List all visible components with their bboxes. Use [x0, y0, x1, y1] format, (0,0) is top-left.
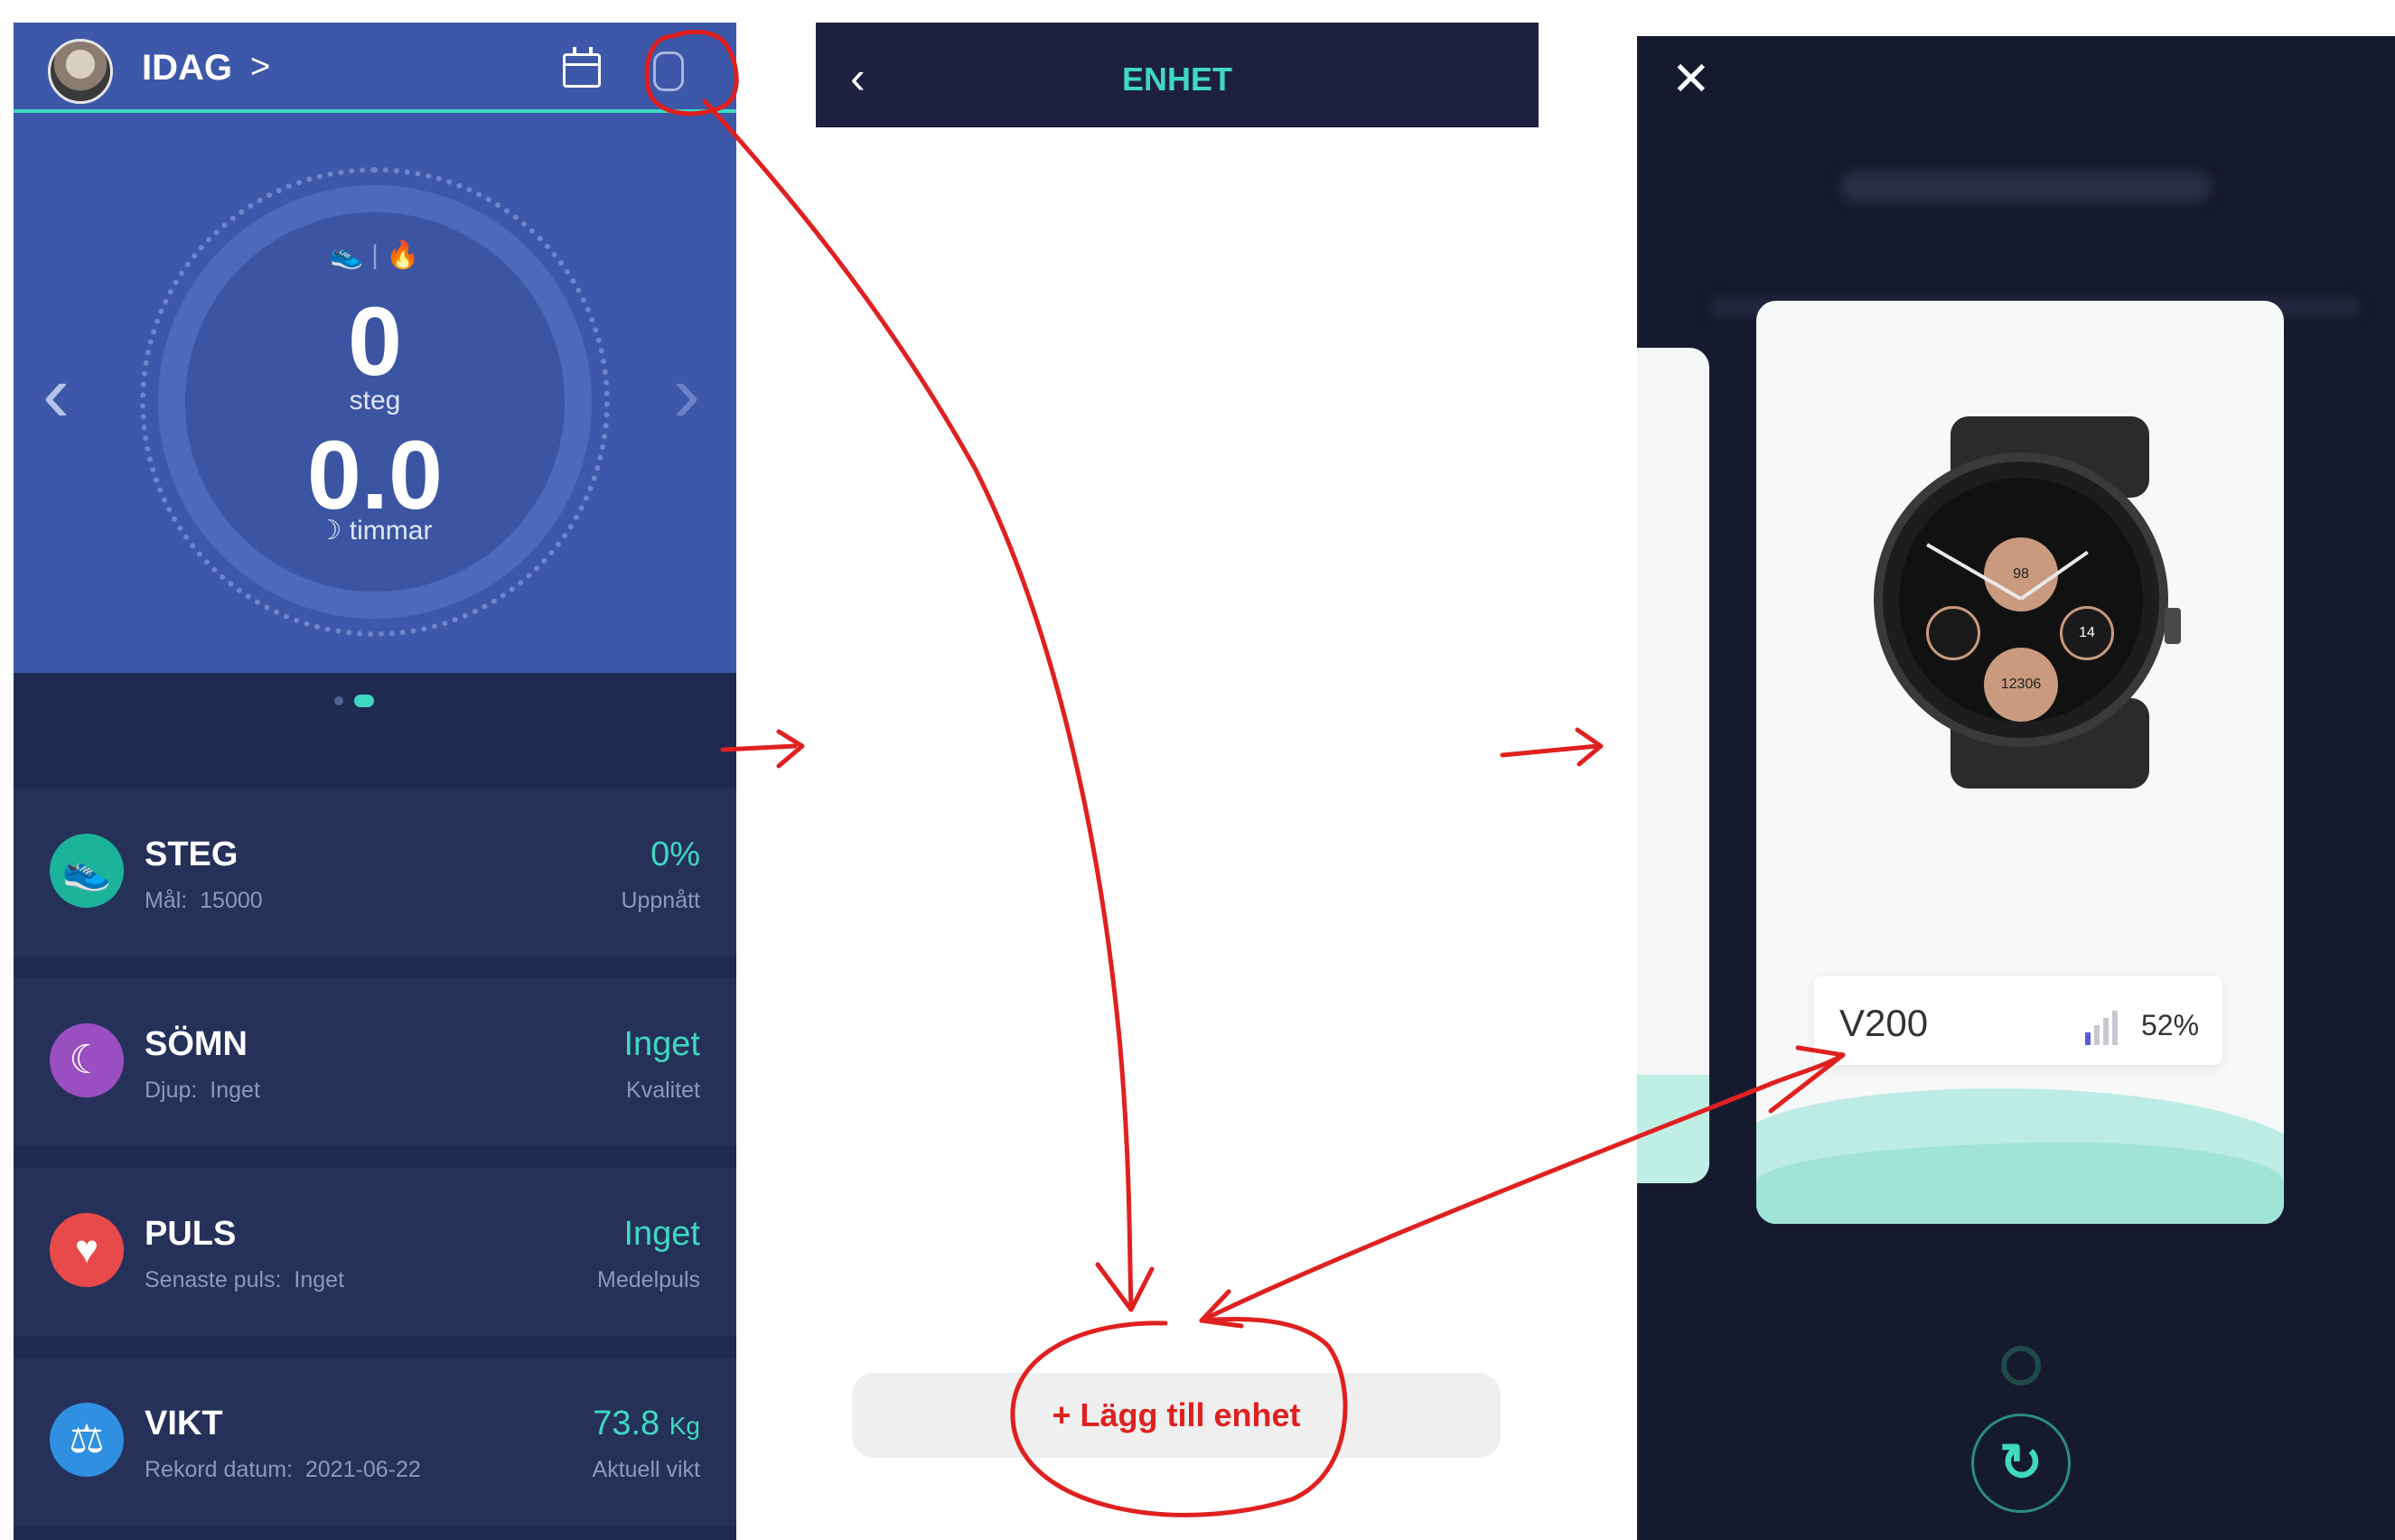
- metric-sub-label: Mål:: [145, 888, 188, 913]
- prev-page-arrow[interactable]: ‹: [42, 348, 70, 441]
- device-name: V200: [1839, 1002, 1929, 1044]
- device-card[interactable]: 98 12306 14 V200 52%: [1756, 301, 2284, 1224]
- metric-sub: Djup: Inget: [145, 1078, 260, 1104]
- signal-icon: [2085, 1009, 2130, 1045]
- moon-icon: ☾: [50, 1023, 124, 1097]
- battery-percent: 52%: [2141, 1009, 2200, 1041]
- watch-device-icon[interactable]: [653, 51, 684, 91]
- page-dot-active[interactable]: [354, 695, 374, 707]
- metric-value: 0%: [650, 835, 700, 873]
- metric-sub-value: Inget: [210, 1078, 260, 1103]
- metric-value-label: Aktuell vikt: [592, 1457, 700, 1482]
- metric-card-sleep[interactable]: ☾ SÖMN Djup: Inget Inget Kvalitet: [14, 978, 736, 1146]
- weight-value: 73.8: [593, 1405, 660, 1442]
- metric-value: Inget: [623, 1025, 700, 1063]
- metric-value: Inget: [623, 1215, 700, 1253]
- metric-sub-value: Inget: [294, 1267, 345, 1293]
- metric-name: SÖMN: [145, 1025, 248, 1063]
- device-picker-screen: ✕ 98 12306 14 V200 52% ↻: [1637, 36, 2395, 1540]
- today-screen: IDAG > 👟 | 🔥 0 steg 0.0 ☽ timmar ‹ › 👟 S…: [14, 23, 736, 1540]
- steps-label: steg: [349, 386, 401, 415]
- refresh-button[interactable]: ↻: [1971, 1414, 2071, 1513]
- device-card-prev[interactable]: [1637, 348, 1709, 1183]
- moon-icon: ☽: [317, 516, 342, 546]
- title-chevron-icon[interactable]: >: [250, 48, 270, 87]
- heart-icon: ♥: [50, 1213, 124, 1287]
- flame-icon: 🔥: [386, 240, 420, 270]
- avatar[interactable]: [48, 39, 113, 104]
- metric-sub: Senaste puls: Inget: [145, 1267, 344, 1293]
- metric-value-label: Kvalitet: [626, 1078, 700, 1103]
- page-dot[interactable]: [334, 696, 343, 705]
- metric-name: STEG: [145, 835, 239, 873]
- scale-icon: ⚖: [50, 1403, 124, 1477]
- weight-unit: Kg: [669, 1412, 700, 1440]
- metric-sub-label: Djup:: [145, 1078, 198, 1103]
- device-screen: ‹ ENHET + Lägg till enhet: [816, 23, 1539, 1540]
- metric-sub-value: 2021-06-22: [304, 1457, 421, 1482]
- calendar-icon[interactable]: [563, 47, 601, 88]
- sleep-hours-label: ☽ timmar: [14, 515, 736, 546]
- metric-sub-value: 15000: [200, 888, 263, 913]
- metric-value-label: Medelpuls: [597, 1267, 700, 1293]
- steps-value: 0: [347, 286, 403, 396]
- subdial-top: 98: [1984, 537, 2058, 611]
- card-wave: [1637, 1075, 1709, 1183]
- metric-sub-label: Senaste puls:: [145, 1267, 282, 1293]
- device-info: V200 52%: [1814, 976, 2222, 1065]
- close-icon[interactable]: ✕: [1671, 52, 1711, 107]
- metric-value-label: Uppnått: [621, 888, 700, 913]
- subdial-left: [1926, 606, 1980, 660]
- metric-card-pulse[interactable]: ♥ PULS Senaste puls: Inget Inget Medelpu…: [14, 1168, 736, 1336]
- arrowhead-p2-p3: [1575, 727, 1604, 767]
- blurred-title: [1840, 172, 2211, 202]
- watch-crown: [2165, 608, 2181, 644]
- search-icon: [2001, 1346, 2041, 1386]
- metric-sub-label: Rekord datum:: [145, 1457, 293, 1482]
- shoe-icon: 👟: [50, 834, 124, 908]
- shoe-icon: 👟: [330, 240, 364, 270]
- metric-card-steps[interactable]: 👟 STEG Mål: 15000 0% Uppnått: [14, 789, 736, 957]
- metric-sub: Rekord datum: 2021-06-22: [145, 1457, 421, 1483]
- metric-card-weight[interactable]: ⚖ VIKT Rekord datum: 2021-06-22 73.8 Kg …: [14, 1358, 736, 1526]
- subdial-bottom: 12306: [1984, 648, 2058, 722]
- device-title: ENHET: [1121, 61, 1232, 98]
- next-page-arrow[interactable]: ›: [673, 348, 700, 441]
- dial-mode-icons: 👟 | 🔥: [307, 239, 443, 271]
- mode-divider: |: [371, 240, 387, 270]
- page-title[interactable]: IDAG: [142, 48, 232, 89]
- metric-value: 73.8 Kg: [593, 1405, 700, 1443]
- subdial-right: 14: [2060, 606, 2114, 660]
- activity-hero: IDAG > 👟 | 🔥 0 steg 0.0 ☽ timmar ‹ ›: [14, 23, 736, 673]
- add-device-button[interactable]: + Lägg till enhet: [852, 1373, 1501, 1458]
- header-divider: [14, 109, 736, 113]
- metric-name: VIKT: [145, 1405, 223, 1442]
- metric-name: PULS: [145, 1215, 237, 1253]
- hours-label-text: timmar: [349, 516, 433, 546]
- metric-sub: Mål: 15000: [145, 888, 263, 914]
- device-header: ‹ ENHET: [816, 23, 1539, 127]
- arrowhead-p1-p2: [776, 729, 805, 769]
